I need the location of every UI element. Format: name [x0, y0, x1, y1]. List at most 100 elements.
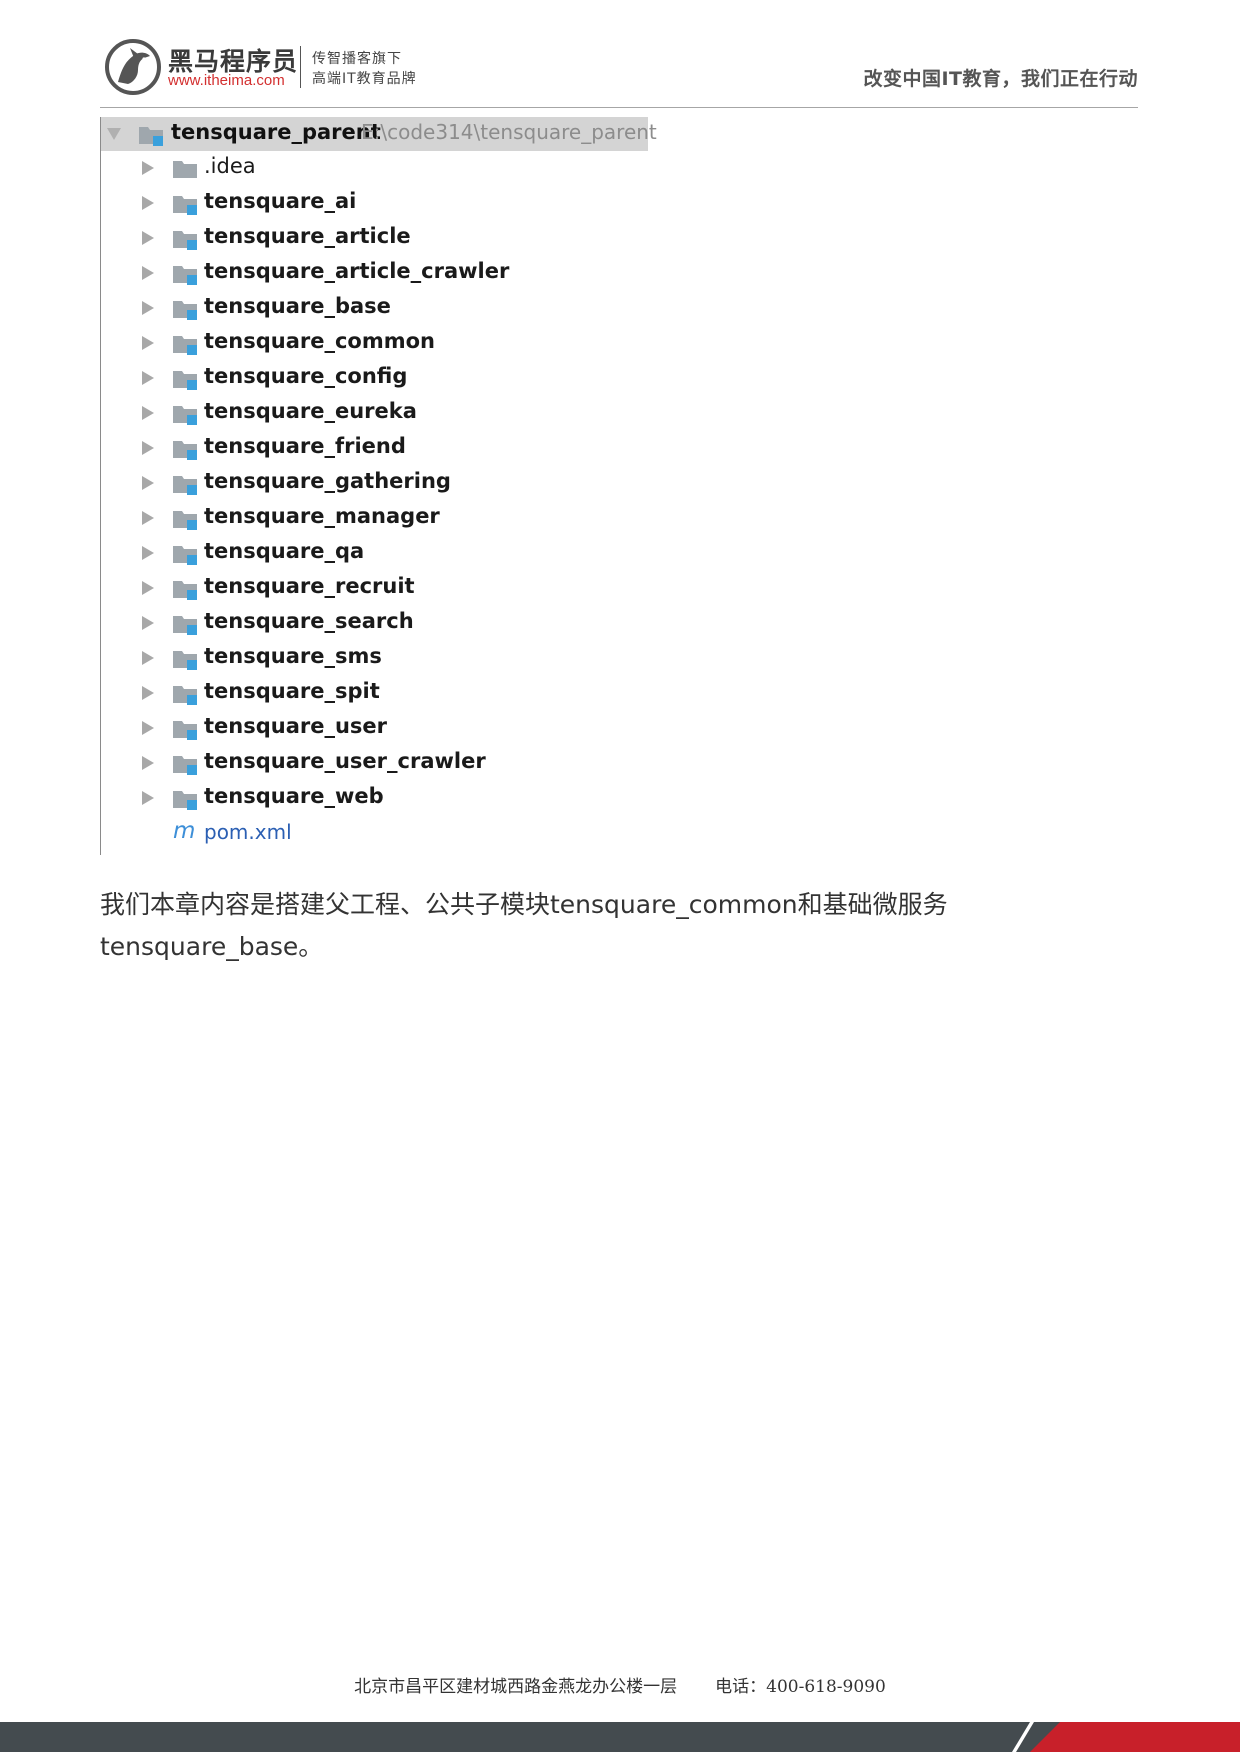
tree-item-label: tensquare_recruit: [204, 574, 415, 598]
tree-item-label: tensquare_search: [204, 609, 414, 633]
expand-arrow-right-icon[interactable]: [142, 581, 154, 595]
tree-item[interactable]: tensquare_manager: [101, 501, 649, 536]
module-folder-icon: [173, 228, 199, 254]
tree-item[interactable]: tensquare_friend: [101, 431, 649, 466]
body-line-1: 我们本章内容是搭建父工程、公共子模块tensquare_common和基础微服务: [100, 890, 948, 919]
pom-file-label: pom.xml: [204, 820, 292, 844]
tree-children: .idea tensquare_ai tensquare_articletensqu…: [101, 151, 649, 851]
tree-item[interactable]: tensquare_qa: [101, 536, 649, 571]
tree-item[interactable]: tensquare_ai: [101, 186, 649, 221]
tree-item[interactable]: tensquare_article: [101, 221, 649, 256]
tree-root-row[interactable]: tensquare_parent E:\code314\tensquare_pa…: [101, 117, 657, 151]
tree-item-label: tensquare_user_crawler: [204, 749, 486, 773]
tree-item[interactable]: .idea: [101, 151, 649, 186]
module-folder-icon: [173, 508, 199, 534]
brand-logo: 黑马程序员 www.itheima.com 传智播客旗下 高端IT教育品牌: [100, 36, 560, 100]
root-project-path: E:\code314\tensquare_parent: [361, 120, 657, 144]
expand-arrow-right-icon[interactable]: [142, 546, 154, 560]
tree-item[interactable]: tensquare_user_crawler: [101, 746, 649, 781]
header-divider: [100, 107, 1138, 108]
expand-arrow-right-icon[interactable]: [142, 441, 154, 455]
tree-item-label: tensquare_friend: [204, 434, 406, 458]
module-folder-icon: [139, 127, 163, 146]
expand-arrow-right-icon[interactable]: [142, 756, 154, 770]
folder-icon: [173, 158, 199, 184]
tree-item[interactable]: tensquare_web: [101, 781, 649, 816]
module-folder-icon: [173, 333, 199, 359]
module-folder-icon: [173, 648, 199, 674]
root-project-name: tensquare_parent: [171, 120, 381, 144]
expand-arrow-right-icon[interactable]: [142, 371, 154, 385]
module-folder-icon: [173, 718, 199, 744]
tree-item-pom[interactable]: m pom.xml: [101, 816, 649, 851]
expand-arrow-right-icon[interactable]: [142, 196, 154, 210]
tree-item-label: tensquare_config: [204, 364, 408, 388]
expand-arrow-right-icon[interactable]: [142, 616, 154, 630]
tree-item[interactable]: tensquare_gathering: [101, 466, 649, 501]
tree-item-label: tensquare_gathering: [204, 469, 451, 493]
tree-item-label: tensquare_base: [204, 294, 391, 318]
tree-item-label: tensquare_qa: [204, 539, 365, 563]
expand-arrow-right-icon[interactable]: [142, 231, 154, 245]
tree-item[interactable]: tensquare_spit: [101, 676, 649, 711]
expand-arrow-right-icon[interactable]: [142, 406, 154, 420]
tree-item[interactable]: tensquare_article_crawler: [101, 256, 649, 291]
tree-item[interactable]: tensquare_common: [101, 326, 649, 361]
expand-arrow-right-icon[interactable]: [142, 161, 154, 175]
module-folder-icon: [173, 753, 199, 779]
expand-arrow-right-icon[interactable]: [142, 721, 154, 735]
brand-url: www.itheima.com: [168, 72, 285, 89]
footer-contact: 北京市昌平区建材城西路金燕龙办公楼一层 电话：400-618-9090: [0, 1672, 1240, 1697]
page-header: 黑马程序员 www.itheima.com 传智播客旗下 高端IT教育品牌 改变…: [100, 36, 1140, 108]
body-paragraph: 我们本章内容是搭建父工程、公共子模块tensquare_common和基础微服务…: [100, 884, 1020, 968]
expand-arrow-right-icon[interactable]: [142, 301, 154, 315]
tree-item-label: tensquare_ai: [204, 189, 357, 213]
tree-item[interactable]: tensquare_config: [101, 361, 649, 396]
tree-item-label: tensquare_article_crawler: [204, 259, 510, 283]
module-folder-icon: [173, 193, 199, 219]
footer-phone: 电话：400-618-9090: [715, 1677, 886, 1697]
body-line-2: tensquare_base。: [100, 932, 324, 961]
expand-arrow-right-icon[interactable]: [142, 511, 154, 525]
tree-item-label: tensquare_user: [204, 714, 388, 738]
tree-item-label: tensquare_web: [204, 784, 384, 808]
expand-arrow-right-icon[interactable]: [142, 651, 154, 665]
tree-item[interactable]: tensquare_user: [101, 711, 649, 746]
tree-item[interactable]: tensquare_eureka: [101, 396, 649, 431]
module-folder-icon: [173, 473, 199, 499]
tree-item-label: tensquare_article: [204, 224, 411, 248]
footer-red-accent: [1030, 1722, 1240, 1752]
project-tree: tensquare_parent E:\code314\tensquare_pa…: [100, 117, 657, 855]
expand-arrow-right-icon[interactable]: [142, 476, 154, 490]
module-folder-icon: [173, 368, 199, 394]
tree-item-label: tensquare_spit: [204, 679, 380, 703]
tree-item-label: tensquare_sms: [204, 644, 382, 668]
module-folder-icon: [173, 578, 199, 604]
module-folder-icon: [173, 543, 199, 569]
tree-item[interactable]: tensquare_search: [101, 606, 649, 641]
expand-arrow-down-icon[interactable]: [107, 128, 121, 140]
tree-item-label: tensquare_common: [204, 329, 435, 353]
footer-address: 北京市昌平区建材城西路金燕龙办公楼一层: [354, 1677, 678, 1697]
tree-item[interactable]: tensquare_sms: [101, 641, 649, 676]
brand-tagline-1: 传智播客旗下: [312, 51, 402, 67]
module-folder-icon: [173, 788, 199, 814]
expand-arrow-right-icon[interactable]: [142, 266, 154, 280]
expand-arrow-right-icon[interactable]: [142, 686, 154, 700]
expand-arrow-right-icon[interactable]: [142, 791, 154, 805]
module-folder-icon: [173, 438, 199, 464]
tree-item-label: tensquare_manager: [204, 504, 440, 528]
module-folder-icon: [173, 298, 199, 324]
expand-arrow-right-icon[interactable]: [142, 336, 154, 350]
module-folder-icon: [173, 263, 199, 289]
module-folder-icon: [173, 403, 199, 429]
logo-divider: [300, 46, 301, 88]
tree-item[interactable]: tensquare_recruit: [101, 571, 649, 606]
tree-item[interactable]: tensquare_base: [101, 291, 649, 326]
maven-icon: m: [173, 818, 196, 844]
header-slogan: 改变中国IT教育，我们正在行动: [863, 68, 1138, 90]
tree-item-label: tensquare_eureka: [204, 399, 417, 423]
horse-logo-icon: [105, 39, 161, 95]
tree-item-label: .idea: [204, 154, 256, 178]
module-folder-icon: [173, 683, 199, 709]
